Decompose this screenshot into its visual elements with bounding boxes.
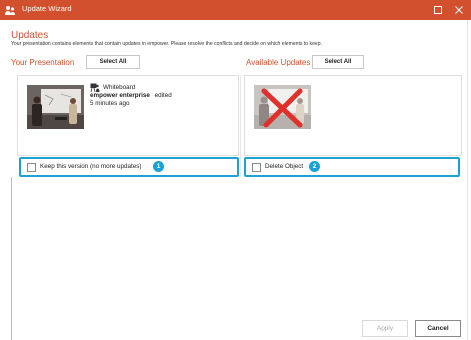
cancel-button[interactable]: Cancel — [415, 320, 461, 337]
callout-badge-1: 1 — [153, 161, 164, 172]
delete-object-checkbox[interactable] — [252, 163, 261, 172]
item-time: 5 minutes ago — [90, 100, 130, 107]
left-frame-line — [11, 177, 12, 340]
item-action: edited — [154, 92, 172, 99]
keep-version-checkbox[interactable] — [27, 163, 36, 172]
maximize-button[interactable] — [428, 0, 448, 20]
close-icon — [455, 6, 463, 14]
whiteboard-thumbnail — [27, 85, 84, 129]
presentation-item-card[interactable]: Whiteboard empower enterprise edited 5 m… — [17, 75, 239, 156]
column-divider — [240, 75, 241, 177]
delete-object-option[interactable]: Delete Object 2 — [244, 157, 460, 177]
page-title: Updates — [11, 30, 49, 41]
available-updates-title: Available Updates — [246, 58, 311, 67]
your-presentation-title: Your Presentation — [11, 58, 75, 67]
keep-version-label: Keep this version (no more updates) — [40, 163, 142, 170]
app-icon — [5, 6, 15, 15]
page-description: Your presentation contains elements that… — [11, 41, 323, 47]
right-frame-line — [467, 20, 468, 340]
item-author: empower enterprise — [90, 92, 150, 99]
maximize-icon — [434, 6, 442, 14]
whiteboard-icon — [90, 83, 100, 92]
select-all-right-button[interactable]: Select All — [312, 55, 364, 69]
delete-mark-icon — [261, 88, 303, 128]
apply-button[interactable]: Apply — [362, 320, 408, 337]
item-type: Whiteboard — [103, 83, 136, 91]
callout-badge-2: 2 — [309, 161, 320, 172]
title-bar: Update Wizard — [0, 0, 471, 20]
select-all-left-button[interactable]: Select All — [86, 55, 140, 69]
item-details: Whiteboard empower enterprise edited 5 m… — [90, 83, 172, 108]
deleted-thumbnail — [254, 85, 311, 129]
keep-version-option[interactable]: Keep this version (no more updates) 1 — [19, 157, 239, 177]
delete-object-label: Delete Object — [265, 163, 304, 170]
close-button[interactable] — [449, 0, 469, 20]
update-item-card[interactable] — [244, 75, 462, 156]
window-title: Update Wizard — [22, 4, 72, 13]
